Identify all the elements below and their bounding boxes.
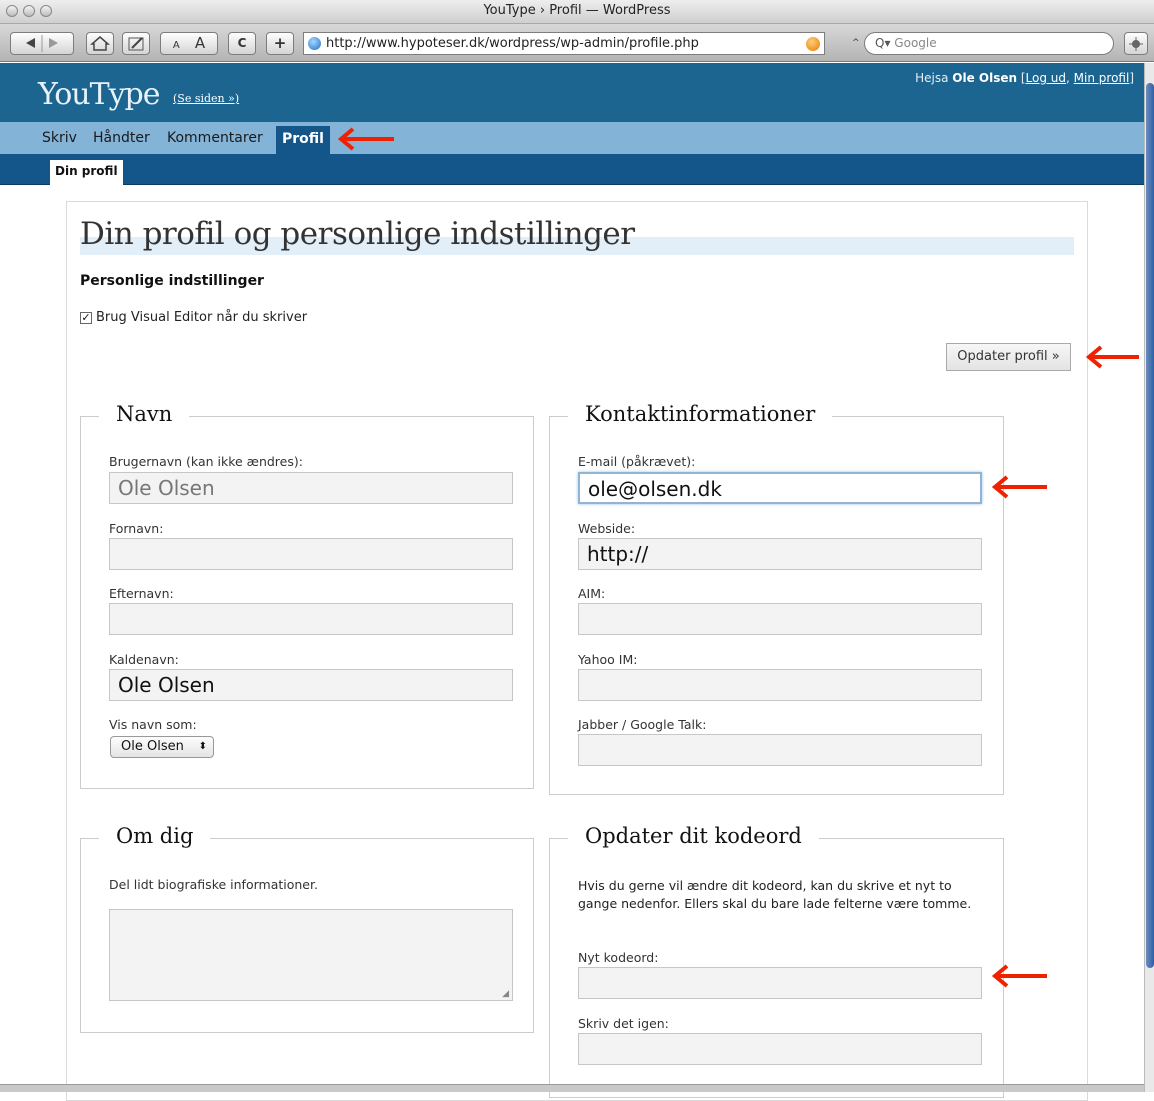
username-label: Brugernavn (kan ikke ændres): [109,454,303,469]
nav-item-kommentarer[interactable]: Kommentarer [167,130,263,146]
select-arrows-icon: ⬍ [198,741,207,752]
text-smaller-button[interactable]: A [173,40,180,51]
arrow-left-icon [337,127,394,151]
nav-item-skriv[interactable]: Skriv [42,130,77,146]
vertical-scrollbar[interactable] [1144,63,1154,1092]
visual-editor-label: Brug Visual Editor når du skriver [96,310,308,325]
back-forward-icon [26,35,58,52]
search-icon: Q▾ [875,36,891,50]
username-field: Ole Olsen [109,472,513,504]
window-title: YouType › Profil — WordPress [483,3,671,18]
display-name-value: Ole Olsen [121,739,184,754]
repeat-password-field[interactable] [578,1033,982,1065]
name-legend: Navn [99,402,190,426]
search-input[interactable]: Q▾ Google [864,32,1114,55]
zoom-window-button[interactable] [40,5,52,17]
aim-field[interactable] [578,603,982,635]
add-bookmark-button[interactable]: + [266,32,294,55]
new-password-label: Nyt kodeord: [578,950,659,965]
browser-toolbar: A A C + http://www.hypoteser.dk/wordpres… [0,24,1154,62]
text-bigger-button[interactable]: A [195,34,205,52]
greeting-prefix: Hejsa [915,71,949,85]
window-titlebar: YouType › Profil — WordPress [0,0,1154,24]
reload-button[interactable]: C [228,32,256,55]
website-field[interactable]: http:// [578,538,982,570]
email-field[interactable]: ole@olsen.dk [578,472,982,504]
visual-editor-option[interactable]: ✓ Brug Visual Editor når du skriver [80,310,307,325]
arrow-left-icon [1085,345,1139,369]
repeat-password-label: Skriv det igen: [578,1016,669,1031]
contact-legend: Kontaktinformationer [568,402,833,426]
close-window-button[interactable] [6,5,18,17]
bug-report-button[interactable] [1124,32,1148,55]
lastname-field[interactable] [109,603,513,635]
scrollbar-thumb[interactable] [1146,83,1154,968]
window-bottom-edge [0,1084,1144,1092]
yahoo-label: Yahoo IM: [578,652,638,667]
display-name-select[interactable]: Ole Olsen ⬍ [110,736,214,758]
new-password-field[interactable] [578,967,982,999]
nickname-label: Kaldenavn: [109,652,179,667]
lastname-label: Efternavn: [109,586,174,601]
logout-link[interactable]: Log ud [1026,71,1066,85]
minimize-window-button[interactable] [23,5,35,17]
nickname-field[interactable]: Ole Olsen [109,669,513,701]
about-legend: Om dig [99,824,211,848]
firstname-field[interactable] [109,538,513,570]
search-placeholder: Google [894,36,937,50]
subnav-item-din-profil[interactable]: Din profil [50,160,123,185]
admin-header: YouType (Se siden ») Hejsa Ole Olsen [Lo… [0,63,1144,122]
text-size-buttons[interactable]: A A [160,32,218,55]
my-profile-link[interactable]: Min profil [1074,71,1130,85]
sub-navigation: Din profil [0,154,1144,185]
about-description: Del lidt biografiske informationer. [109,877,318,892]
url-bar[interactable]: http://www.hypoteser.dk/wordpress/wp-adm… [303,32,825,55]
personal-settings-heading: Personlige indstillinger [80,273,264,289]
arrow-left-icon [991,964,1047,988]
page-title: Din profil og personlige indstillinger [80,216,1074,256]
current-username: Ole Olsen [952,71,1018,85]
website-label: Webside: [578,521,636,536]
globe-icon [308,37,321,50]
view-site-link[interactable]: (Se siden ») [173,92,239,105]
firstname-label: Fornavn: [109,521,164,536]
pencil-icon [128,37,144,51]
home-icon [90,36,110,51]
yahoo-field[interactable] [578,669,982,701]
jabber-label: Jabber / Google Talk: [578,717,707,732]
url-text: http://www.hypoteser.dk/wordpress/wp-adm… [326,36,699,51]
display-name-label: Vis navn som: [109,717,197,732]
edit-button[interactable] [122,32,150,55]
arrow-left-icon [991,475,1047,499]
url-dropdown-icon[interactable]: ^ [852,38,860,48]
rss-icon[interactable] [806,37,820,51]
password-legend: Opdater dit kodeord [568,824,819,848]
home-button[interactable] [86,32,114,55]
main-navigation: Skriv Håndter Kommentarer Profil [0,122,1144,154]
visual-editor-checkbox[interactable]: ✓ [80,311,92,324]
site-title: YouType [38,77,160,112]
email-label: E-mail (påkrævet): [578,454,696,469]
password-instructions: Hvis du gerne vil ændre dit kodeord, kan… [578,878,972,911]
bug-icon [1129,37,1143,51]
resize-handle-icon[interactable]: ◢ [502,989,509,999]
window-controls [6,5,52,17]
nav-item-profil[interactable]: Profil [276,126,330,154]
user-greeting: Hejsa Ole Olsen [Log ud, Min profil] [915,71,1134,85]
nav-item-haandter[interactable]: Håndter [93,130,150,146]
back-forward-buttons[interactable] [10,32,74,55]
aim-label: AIM: [578,586,606,601]
update-profile-button[interactable]: Opdater profil » [946,343,1071,371]
bio-textarea[interactable]: ◢ [109,909,513,1001]
jabber-field[interactable] [578,734,982,766]
